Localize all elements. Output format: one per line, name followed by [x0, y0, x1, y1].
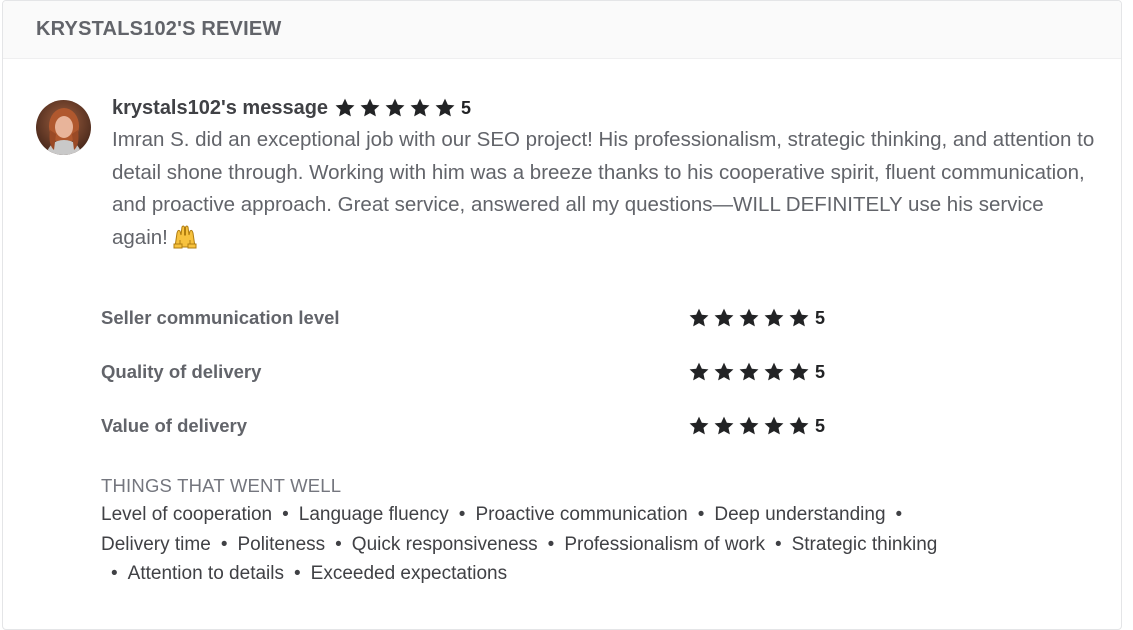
rating-value: 5	[815, 415, 826, 436]
star-icon	[688, 307, 710, 329]
bullet-separator: •	[293, 563, 301, 584]
went-well-tags: Level of cooperation • Language fluency • Pr…	[101, 500, 1061, 589]
tag-item: Politeness	[237, 533, 326, 555]
review-header: KRYSTALS102'S REVIEW	[3, 1, 1121, 59]
star-icon	[788, 415, 810, 437]
avatar[interactable]	[36, 100, 91, 155]
tag-item: Proactive communication	[475, 504, 688, 525]
star-icon	[688, 361, 710, 383]
tag-item: Attention to details	[127, 563, 284, 584]
rating-label: Quality of delivery	[101, 361, 262, 382]
star-icon	[738, 361, 760, 383]
star-icon	[713, 415, 735, 437]
things-went-well-title: THINGS THAT WENT WELL	[101, 475, 342, 496]
bullet-separator: •	[547, 533, 555, 555]
star-icon	[409, 97, 431, 119]
rating-value: 5	[815, 361, 826, 382]
star-icon	[434, 97, 456, 119]
things-went-well: THINGS THAT WENT WELL Level of cooperati…	[101, 472, 1061, 589]
message-header: krystals102's message 5	[112, 93, 1102, 123]
rating-stars	[688, 361, 813, 383]
tag-item: Strategic thinking	[791, 533, 938, 555]
message-text: Imran S. did an exceptional job with our…	[112, 124, 1102, 254]
star-icon	[688, 415, 710, 437]
star-icon	[738, 307, 760, 329]
bullet-separator: •	[697, 504, 705, 525]
raising-hands-emoji-icon	[172, 223, 198, 249]
star-icon	[763, 415, 785, 437]
rating-row-value: Value of delivery 5	[101, 399, 861, 453]
tag-item: Quick responsiveness	[351, 533, 538, 555]
bullet-separator: •	[774, 533, 782, 555]
rating-label: Seller communication level	[101, 307, 340, 328]
tag-item: Delivery time	[101, 533, 211, 555]
tag-item: Language fluency	[298, 504, 449, 525]
review-card: KRYSTALS102'S REVIEW krystals102's messa…	[2, 0, 1122, 630]
star-icon	[763, 361, 785, 383]
star-icon	[359, 97, 381, 119]
message-stars	[334, 97, 459, 119]
rating-label: Value of delivery	[101, 415, 248, 436]
star-icon	[334, 97, 356, 119]
message-rating-value: 5	[461, 97, 472, 118]
bullet-separator: •	[111, 563, 118, 584]
tag-item: Professionalism of work	[564, 533, 765, 555]
rating-stars	[688, 415, 813, 437]
bullet-separator: •	[335, 533, 342, 555]
star-icon	[384, 97, 406, 119]
star-icon	[788, 307, 810, 329]
star-icon	[788, 361, 810, 383]
rating-breakdown: Seller communication level 5 Quality of …	[101, 291, 861, 453]
star-icon	[713, 307, 735, 329]
review-title: KRYSTALS102'S REVIEW	[36, 18, 282, 40]
rating-row-communication: Seller communication level 5	[101, 291, 861, 345]
bullet-separator: •	[458, 504, 466, 525]
tag-item: Exceeded expectations	[310, 563, 508, 584]
review-message: krystals102's message 5 Imran S. did an …	[112, 93, 1102, 254]
rating-stars	[688, 307, 813, 329]
rating-row-quality: Quality of delivery 5	[101, 345, 861, 399]
tag-item: Level of cooperation	[101, 504, 273, 525]
bullet-separator: •	[895, 504, 903, 525]
tag-item: Deep understanding	[714, 504, 886, 525]
star-icon	[713, 361, 735, 383]
bullet-separator: •	[220, 533, 228, 555]
star-icon	[738, 415, 760, 437]
rating-value: 5	[815, 307, 826, 328]
star-icon	[763, 307, 785, 329]
message-body: Imran S. did an exceptional job with our…	[112, 128, 1095, 249]
message-user-label: krystals102's message	[112, 96, 329, 119]
bullet-separator: •	[282, 504, 289, 525]
